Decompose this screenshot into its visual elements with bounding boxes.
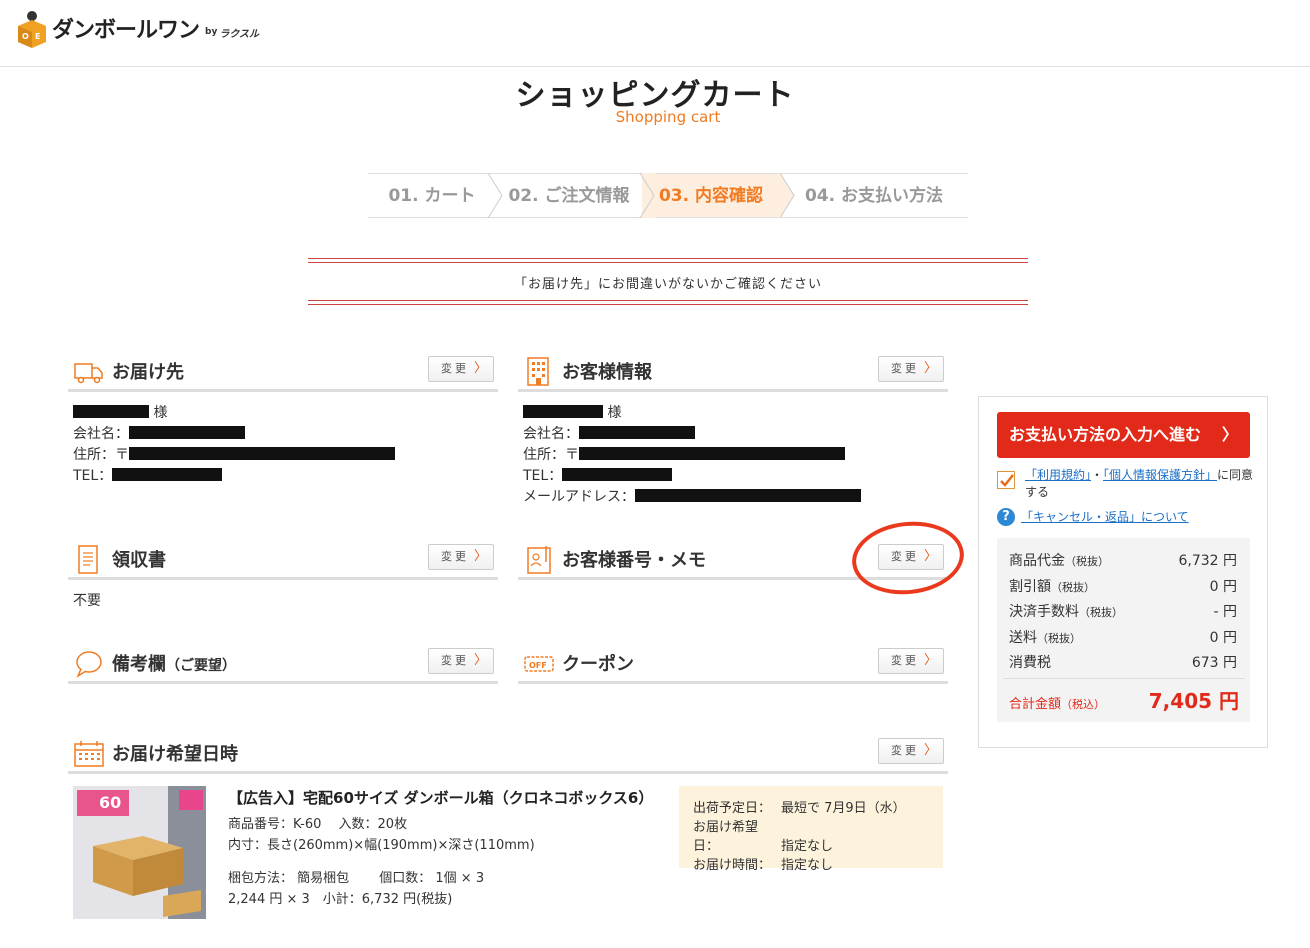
site-header: O E ダンボールワン by ラクスル bbox=[0, 0, 1310, 67]
question-icon: ? bbox=[997, 508, 1015, 526]
summary-row: 消費税 673 円 bbox=[1009, 655, 1237, 671]
logo-text: ダンボールワン bbox=[52, 18, 200, 43]
change-delivery-button[interactable]: 変更〉 bbox=[428, 356, 494, 382]
customer-address: 住所：〒 bbox=[523, 445, 861, 466]
step-separator-icon bbox=[778, 173, 795, 218]
product-code: 商品番号：K-60 入数：20枚 bbox=[228, 817, 408, 832]
chevron-right-icon: 〉 bbox=[473, 549, 487, 564]
checkout-steps: 01. カート 02. ご注文情報 03. 内容確認 04. お支払い方法 bbox=[368, 173, 968, 218]
chevron-right-icon: 〉 bbox=[923, 653, 937, 668]
annotation-circle bbox=[848, 516, 968, 600]
delivery-tel: TEL： bbox=[73, 466, 395, 487]
customer-name: 様 bbox=[523, 403, 861, 424]
receipt-value: 不要 bbox=[73, 593, 101, 609]
summary-row: 決済手数料（税抜） - 円 bbox=[1009, 604, 1237, 620]
section-delivery-date: お届け希望日時 変更〉 bbox=[68, 734, 948, 774]
section-title: お客様情報 bbox=[562, 362, 652, 383]
checkmark-icon bbox=[1000, 474, 1014, 487]
product-details: 商品番号：K-60 入数：20枚 内寸：長さ(260mm)×幅(190mm)×深… bbox=[228, 814, 535, 856]
section-title: クーポン bbox=[562, 654, 634, 675]
order-summary: 商品代金（税抜） 6,732 円 割引額（税抜） 0 円 決済手数料（税抜） - 円 … bbox=[997, 538, 1250, 722]
building-icon bbox=[527, 357, 549, 386]
delivery-address: 住所：〒 bbox=[73, 445, 395, 466]
product-price: 2,244 円 × 3 小計：6,732 円(税抜) bbox=[228, 892, 453, 907]
cancel-return-help: ? 「キャンセル・返品」について bbox=[997, 507, 1189, 527]
receipt-icon bbox=[78, 545, 98, 574]
page-subtitle: Shopping cart bbox=[615, 108, 721, 126]
summary-row: 商品代金（税抜） 6,732 円 bbox=[1009, 553, 1237, 569]
logo-mascot-icon: O E bbox=[16, 8, 48, 48]
chevron-right-icon: 〉 bbox=[923, 743, 937, 758]
logo-raksul: ラクスル bbox=[219, 28, 260, 40]
summary-row: 割引額（税抜） 0 円 bbox=[1009, 579, 1237, 595]
svg-text:OFF: OFF bbox=[529, 661, 547, 670]
total-amount: 7,405 円 bbox=[1148, 689, 1239, 713]
product-pricing: 梱包方法： 簡易梱包 個口数： 1個 × 3 2,244 円 × 3 小計：6,… bbox=[228, 868, 484, 910]
section-remarks: 備考欄（ご要望） 変更〉 bbox=[68, 644, 498, 684]
summary-row: 送料（税抜） 0 円 bbox=[1009, 630, 1237, 646]
step-cart: 01. カート bbox=[368, 173, 496, 218]
chevron-right-icon: 〉 bbox=[923, 361, 937, 376]
proceed-to-payment-button[interactable]: お支払い方法の入力へ進む〉 bbox=[997, 412, 1250, 458]
product-packing: 梱包方法： 簡易梱包 個口数： 1個 × 3 bbox=[228, 871, 485, 886]
product-size: 内寸：長さ(260mm)×幅(190mm)×深さ(110mm) bbox=[228, 838, 535, 853]
customer-info: 様 会社名： 住所：〒 TEL： メールアドレス： bbox=[523, 403, 861, 508]
calendar-icon bbox=[74, 741, 104, 767]
cancel-return-link[interactable]: 「キャンセル・返品」 bbox=[1021, 510, 1141, 524]
ship-time-row: お届け時間： 指定なし bbox=[693, 858, 834, 873]
customer-company: 会社名： bbox=[523, 424, 861, 445]
change-delivery-date-button[interactable]: 変更〉 bbox=[878, 738, 944, 764]
notice-banner: 「お届け先」にお間違いがないかご確認ください bbox=[308, 258, 1028, 306]
logo-by: by bbox=[205, 27, 218, 37]
section-delivery: お届け先 変更〉 bbox=[68, 352, 498, 392]
ship-wish-date-row: お届け希望日： 指定なし bbox=[693, 820, 834, 854]
product-image: 60 bbox=[73, 786, 206, 919]
chevron-right-icon: 〉 bbox=[473, 653, 487, 668]
order-sidebar: お支払い方法の入力へ進む〉 「利用規約」・「個人情報保護方針」に同意する ? 「… bbox=[978, 396, 1268, 748]
step-confirm: 03. 内容確認 bbox=[642, 173, 780, 218]
coupon-icon: OFF bbox=[524, 656, 554, 672]
site-logo[interactable]: O E ダンボールワン by ラクスル bbox=[16, 8, 259, 48]
section-title: お客様番号・メモ bbox=[562, 550, 706, 571]
customer-tel: TEL： bbox=[523, 466, 861, 487]
privacy-link[interactable]: 「個人情報保護方針」 bbox=[1103, 468, 1217, 482]
redacted-block bbox=[73, 405, 149, 418]
summary-total: 合計金額（税込） 7,405 円 bbox=[1003, 678, 1245, 713]
terms-agreement: 「利用規約」・「個人情報保護方針」に同意する bbox=[997, 467, 1262, 501]
step-separator-icon bbox=[487, 173, 503, 218]
step-separator-icon bbox=[639, 173, 656, 218]
svg-text:E: E bbox=[35, 32, 40, 41]
agree-checkbox[interactable] bbox=[997, 471, 1015, 489]
notice-text: 「お届け先」にお間違いがないかご確認ください bbox=[513, 277, 822, 292]
change-receipt-button[interactable]: 変更〉 bbox=[428, 544, 494, 570]
step-payment: 04. お支払い方法 bbox=[780, 173, 968, 218]
terms-link[interactable]: 「利用規約」 bbox=[1025, 468, 1091, 482]
customer-email: メールアドレス： bbox=[523, 487, 861, 508]
shipping-info: 出荷予定日： 最短で 7月9日（水） お届け希望日： 指定なし お届け時間： 指定なし bbox=[679, 786, 943, 873]
memo-icon bbox=[527, 546, 551, 574]
section-title: 備考欄（ご要望） bbox=[112, 654, 236, 675]
delivery-info: 様 会社名： 住所：〒 TEL： bbox=[73, 403, 395, 487]
change-coupon-button[interactable]: 変更〉 bbox=[878, 648, 944, 674]
step-order-info: 02. ご注文情報 bbox=[496, 173, 642, 218]
section-customer: お客様情報 変更〉 bbox=[518, 352, 948, 392]
chevron-right-icon: 〉 bbox=[1221, 425, 1238, 444]
product-title[interactable]: 【広告入】宅配60サイズ ダンボール箱（クロネコボックス6） bbox=[228, 787, 653, 808]
change-remarks-button[interactable]: 変更〉 bbox=[428, 648, 494, 674]
svg-text:O: O bbox=[22, 32, 29, 41]
truck-icon bbox=[74, 363, 103, 384]
delivery-company: 会社名： bbox=[73, 424, 395, 445]
section-coupon: OFF クーポン 変更〉 bbox=[518, 644, 948, 684]
speech-bubble-icon bbox=[76, 651, 102, 678]
section-title: お届け先 bbox=[112, 362, 184, 383]
ship-date-row: 出荷予定日： 最短で 7月9日（水） bbox=[693, 801, 906, 816]
delivery-name: 様 bbox=[73, 403, 395, 424]
change-customer-button[interactable]: 変更〉 bbox=[878, 356, 944, 382]
section-receipt: 領収書 変更〉 bbox=[68, 540, 498, 580]
svg-text:60: 60 bbox=[99, 793, 121, 812]
section-title: 領収書 bbox=[112, 550, 166, 571]
chevron-right-icon: 〉 bbox=[473, 361, 487, 376]
section-title: お届け希望日時 bbox=[112, 744, 238, 765]
